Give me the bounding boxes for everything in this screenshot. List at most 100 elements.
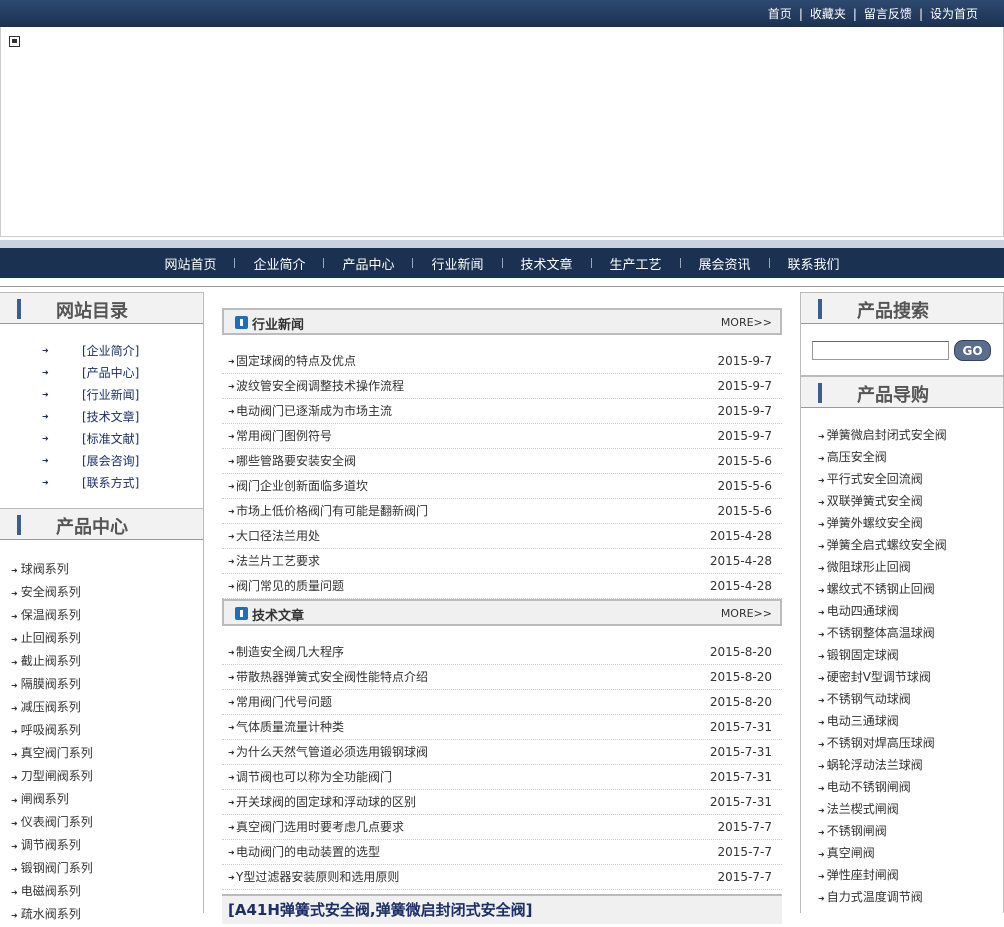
- directory-item[interactable]: ➜ [企业简介]: [0, 340, 203, 362]
- news-item[interactable]: ➜ 固定球阀的特点及优点 2015-9-7: [222, 349, 782, 374]
- product-category-item[interactable]: ➜ 锻钢阀门系列: [0, 857, 203, 880]
- arrow-icon: ➜: [818, 564, 825, 573]
- product-category-item[interactable]: ➜ 电磁阀系列: [0, 880, 203, 903]
- guide-item[interactable]: ➜ 平行式安全回流阀: [801, 468, 1003, 490]
- nav-item-home[interactable]: 网站首页: [146, 254, 234, 273]
- nav-item-about[interactable]: 企业简介: [235, 254, 323, 273]
- product-category-item[interactable]: ➜ 减压阀系列: [0, 696, 203, 719]
- article-item[interactable]: ➜ 真空阀门选用时要考虑几点要求 2015-7-7: [222, 815, 782, 840]
- arrow-icon: ➜: [42, 456, 49, 465]
- top-link-favorites[interactable]: 收藏夹: [810, 5, 846, 22]
- guide-item[interactable]: ➜ 不锈钢对焊高压球阀: [801, 732, 1003, 754]
- news-item[interactable]: ➜ 哪些管路要安装安全阀 2015-5-6: [222, 449, 782, 474]
- article-item[interactable]: ➜ Y型过滤器安装原则和选用原则 2015-7-7: [222, 865, 782, 890]
- article-item[interactable]: ➜ 制造安全阀几大程序 2015-8-20: [222, 640, 782, 665]
- guide-item[interactable]: ➜ 高压安全阀: [801, 446, 1003, 468]
- search-header: 产品搜索: [801, 292, 1003, 324]
- search-input[interactable]: [812, 341, 949, 360]
- directory-item[interactable]: ➜ [技术文章]: [0, 406, 203, 428]
- product-category-item[interactable]: ➜ 调节阀系列: [0, 834, 203, 857]
- article-item[interactable]: ➜ 电动阀门的电动装置的选型 2015-7-7: [222, 840, 782, 865]
- news-item[interactable]: ➜ 市场上低价格阀门有可能是翻新阀门 2015-5-6: [222, 499, 782, 524]
- main-nav: 网站首页 企业简介 产品中心 行业新闻 技术文章 生产工艺 展会资讯 联系我们: [0, 248, 1004, 278]
- product-category-item[interactable]: ➜ 截止阀系列: [0, 650, 203, 673]
- guide-item[interactable]: ➜ 电动不锈钢闸阀: [801, 776, 1003, 798]
- arrow-icon: ➜: [42, 368, 49, 377]
- top-link-feedback[interactable]: 留言反馈: [864, 5, 912, 22]
- product-category-item[interactable]: ➜ 安全阀系列: [0, 581, 203, 604]
- nav-item-tech-articles[interactable]: 技术文章: [503, 254, 591, 273]
- guide-item[interactable]: ➜ 法兰楔式闸阀: [801, 798, 1003, 820]
- guide-item[interactable]: ➜ 电动三通球阀: [801, 710, 1003, 732]
- arrow-icon: ➜: [818, 784, 825, 793]
- product-category-item[interactable]: ➜ 闸阀系列: [0, 788, 203, 811]
- article-item[interactable]: ➜ 常用阀门代号问题 2015-8-20: [222, 690, 782, 715]
- product-category-item[interactable]: ➜ 疏水阀系列: [0, 903, 203, 926]
- product-category-item[interactable]: ➜ 保温阀系列: [0, 604, 203, 627]
- product-category-item[interactable]: ➜ 刀型闸阀系列: [0, 765, 203, 788]
- guide-item[interactable]: ➜ 不锈钢闸阀: [801, 820, 1003, 842]
- arrow-icon: ➜: [11, 704, 18, 713]
- article-item[interactable]: ➜ 开关球阀的固定球和浮动球的区别 2015-7-31: [222, 790, 782, 815]
- product-category-item[interactable]: ➜ 仪表阀门系列: [0, 811, 203, 834]
- guide-item[interactable]: ➜ 双联弹簧式安全阀: [801, 490, 1003, 512]
- guide-item[interactable]: ➜ 硬密封V型调节球阀: [801, 666, 1003, 688]
- top-link-set-homepage[interactable]: 设为首页: [930, 5, 978, 22]
- directory-item[interactable]: ➜ [产品中心]: [0, 362, 203, 384]
- nav-item-products[interactable]: 产品中心: [324, 254, 412, 273]
- guide-item[interactable]: ➜ 真空闸阀: [801, 842, 1003, 864]
- guide-item[interactable]: ➜ 弹性座封闸阀: [801, 864, 1003, 886]
- nav-item-production[interactable]: 生产工艺: [592, 254, 680, 273]
- guide-item[interactable]: ➜ 微阻球形止回阀: [801, 556, 1003, 578]
- nav-item-contact[interactable]: 联系我们: [770, 254, 858, 273]
- directory-item[interactable]: ➜ [标准文献]: [0, 428, 203, 450]
- industry-news-box: 行业新闻 MORE>> ➜ 固定球阀的特点及优点 2015-9-7 ➜ 波纹管安全阀调…: [222, 308, 782, 599]
- news-item[interactable]: ➜ 阀门常见的质量问题 2015-4-28: [222, 574, 782, 599]
- article-item[interactable]: ➜ 为什么天然气管道必须选用锻钢球阀 2015-7-31: [222, 740, 782, 765]
- go-button[interactable]: GO: [954, 340, 991, 361]
- product-category-item[interactable]: ➜ 止回阀系列: [0, 627, 203, 650]
- directory-item[interactable]: ➜ [行业新闻]: [0, 384, 203, 406]
- guide-item[interactable]: ➜ 弹簧全启式螺纹安全阀: [801, 534, 1003, 556]
- arrow-icon: ➜: [228, 698, 235, 707]
- arrow-icon: ➜: [228, 532, 235, 541]
- guide-item[interactable]: ➜ 锻钢固定球阀: [801, 644, 1003, 666]
- product-category-item[interactable]: ➜ 呼吸阀系列: [0, 719, 203, 742]
- featured-product-title[interactable]: [A41H弹簧式安全阀,弹簧微启封闭式安全阀]: [228, 901, 532, 919]
- news-item[interactable]: ➜ 大口径法兰用处 2015-4-28: [222, 524, 782, 549]
- arrow-icon: ➜: [228, 773, 235, 782]
- arrow-icon: ➜: [228, 582, 235, 591]
- nav-item-industry-news[interactable]: 行业新闻: [413, 254, 501, 273]
- arrow-icon: ➜: [818, 718, 825, 727]
- guide-item[interactable]: ➜ 螺纹式不锈钢止回阀: [801, 578, 1003, 600]
- news-item[interactable]: ➜ 常用阀门图例符号 2015-9-7: [222, 424, 782, 449]
- article-item[interactable]: ➜ 调节阀也可以称为全功能阀门 2015-7-31: [222, 765, 782, 790]
- product-category-item[interactable]: ➜ 隔膜阀系列: [0, 673, 203, 696]
- news-item[interactable]: ➜ 电动阀门已逐渐成为市场主流 2015-9-7: [222, 399, 782, 424]
- news-item[interactable]: ➜ 波纹管安全阀调整技术操作流程 2015-9-7: [222, 374, 782, 399]
- article-item[interactable]: ➜ 带散热器弹簧式安全阀性能特点介绍 2015-8-20: [222, 665, 782, 690]
- arrow-icon: ➜: [11, 727, 18, 736]
- guide-item[interactable]: ➜ 电动四通球阀: [801, 600, 1003, 622]
- directory-title: 网站目录: [56, 301, 128, 322]
- guide-item[interactable]: ➜ 不锈钢整体高温球阀: [801, 622, 1003, 644]
- product-category-item[interactable]: ➜ 真空阀门系列: [0, 742, 203, 765]
- guide-item[interactable]: ➜ 弹簧外螺纹安全阀: [801, 512, 1003, 534]
- news-item[interactable]: ➜ 阀门企业创新面临多道坎 2015-5-6: [222, 474, 782, 499]
- arrow-icon: ➜: [818, 432, 825, 441]
- directory-item[interactable]: ➜ [联系方式]: [0, 472, 203, 494]
- nav-item-exhibitions[interactable]: 展会资讯: [681, 254, 769, 273]
- directory-item[interactable]: ➜ [展会咨询]: [0, 450, 203, 472]
- guide-item[interactable]: ➜ 自力式温度调节阀: [801, 886, 1003, 908]
- arrow-icon: ➜: [228, 482, 235, 491]
- news-item[interactable]: ➜ 法兰片工艺要求 2015-4-28: [222, 549, 782, 574]
- guide-item[interactable]: ➜ 不锈钢气动球阀: [801, 688, 1003, 710]
- guide-item[interactable]: ➜ 蜗轮浮动法兰球阀: [801, 754, 1003, 776]
- top-link-home[interactable]: 首页: [768, 5, 792, 22]
- industry-news-more-link[interactable]: MORE>>: [721, 316, 772, 329]
- article-item[interactable]: ➜ 气体质量流量计种类 2015-7-31: [222, 715, 782, 740]
- guide-item[interactable]: ➜ 弹簧微启封闭式安全阀: [801, 424, 1003, 446]
- tech-articles-more-link[interactable]: MORE>>: [721, 607, 772, 620]
- product-category-item[interactable]: ➜ 球阀系列: [0, 558, 203, 581]
- arrow-icon: ➜: [228, 748, 235, 757]
